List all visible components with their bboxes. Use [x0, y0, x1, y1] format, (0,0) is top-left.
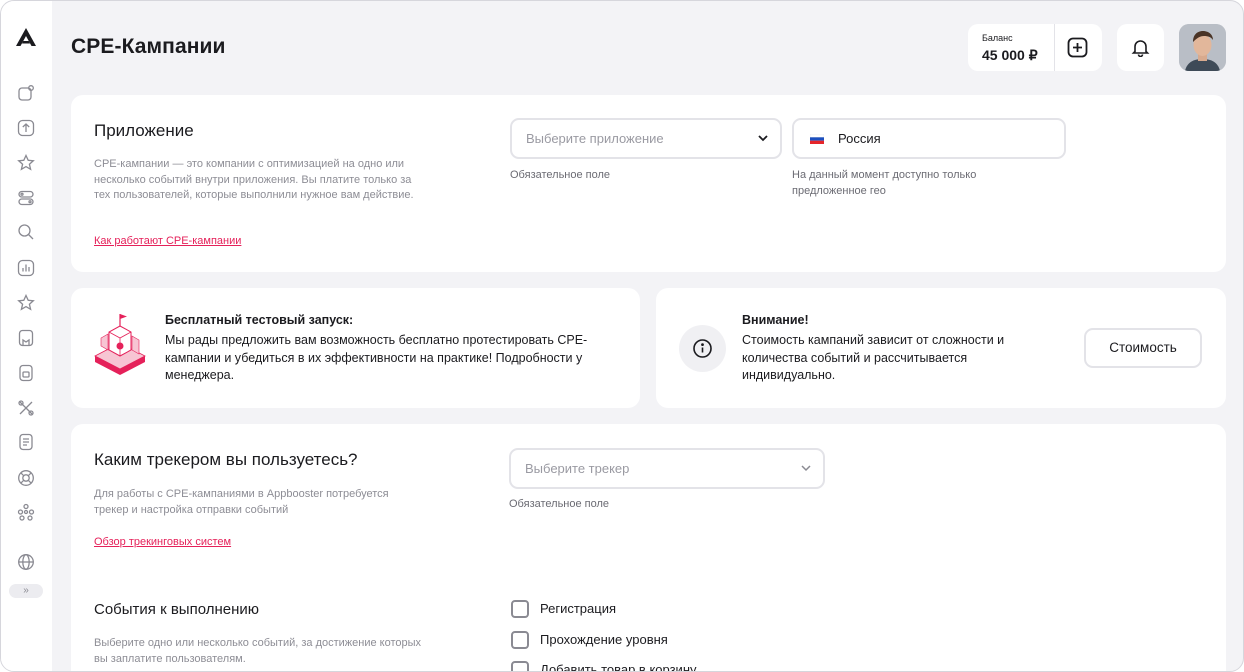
- page-title: CPE-Кампании: [71, 35, 226, 58]
- notifications-button[interactable]: [1117, 24, 1164, 71]
- notice-title: Внимание!: [742, 313, 809, 327]
- apps-icon[interactable]: [17, 84, 35, 102]
- events-section-title: События к выполнению: [94, 601, 259, 618]
- upload-icon[interactable]: [17, 119, 35, 137]
- tracker-select-placeholder: Выберите трекер: [525, 461, 630, 476]
- star-icon[interactable]: [17, 294, 35, 312]
- promo-illustration: [94, 314, 146, 375]
- balance-label: Баланс: [982, 33, 1013, 43]
- sidebar-expand-button[interactable]: »: [9, 584, 43, 598]
- toggle-icon[interactable]: [17, 189, 35, 207]
- events-section-description: Выберите одно или несколько событий, за …: [94, 637, 422, 665]
- how-cpe-works-link[interactable]: Как работают CPE-кампании: [94, 235, 241, 247]
- geo-value: Россия: [838, 131, 881, 146]
- geo-field: Россия: [792, 118, 1066, 159]
- chevron-down-icon: [758, 135, 768, 142]
- app-card: Приложение CPE-кампании — это компании с…: [71, 95, 1226, 272]
- russia-flag-icon: [810, 134, 824, 144]
- chevron-down-icon: [801, 465, 811, 472]
- chart-icon[interactable]: [17, 259, 35, 277]
- tools-icon[interactable]: [17, 399, 35, 417]
- checkbox[interactable]: [511, 661, 529, 671]
- tracker-select-hint: Обязательное поле: [509, 498, 610, 510]
- tracker-select[interactable]: Выберите трекер: [509, 448, 825, 489]
- info-icon: [679, 325, 726, 372]
- promo-card: Бесплатный тестовый запуск: Мы рады пред…: [71, 288, 640, 408]
- notice-text: Стоимость кампаний зависит от сложности …: [742, 333, 1005, 382]
- app-select-placeholder: Выберите приложение: [526, 131, 664, 146]
- balance-divider: [1054, 24, 1055, 71]
- user-avatar[interactable]: [1179, 24, 1226, 71]
- app-frame: » CPE-Кампании Баланс 45 000 ₽ Приложени…: [0, 0, 1244, 672]
- cost-button[interactable]: Стоимость: [1084, 328, 1202, 368]
- star-badge-icon[interactable]: [17, 154, 35, 172]
- app-select[interactable]: Выберите приложение: [510, 118, 782, 159]
- balance-widget: Баланс 45 000 ₽: [968, 24, 1102, 71]
- globe-icon[interactable]: [17, 553, 35, 571]
- checkbox[interactable]: [511, 631, 529, 649]
- add-balance-icon[interactable]: [1067, 37, 1088, 58]
- event-option-label: Регистрация: [540, 601, 616, 616]
- search-icon[interactable]: [17, 223, 35, 241]
- geo-hint: На данный момент доступно только предлож…: [792, 169, 977, 197]
- tracker-section-title: Каким трекером вы пользуетесь?: [94, 450, 358, 469]
- app-section-title: Приложение: [94, 121, 194, 140]
- tracking-systems-link[interactable]: Обзор трекинговых систем: [94, 536, 231, 548]
- tracker-section-description: Для работы с CPE-кампаниями в Appbooster…: [94, 488, 389, 516]
- balance-value: 45 000 ₽: [982, 47, 1038, 63]
- checkbox[interactable]: [511, 600, 529, 618]
- promo-text: Мы рады предложить вам возможность беспл…: [165, 333, 588, 382]
- support-icon[interactable]: [17, 469, 35, 487]
- promo-title: Бесплатный тестовый запуск:: [165, 313, 354, 327]
- app-section-description: CPE-кампании — это компании с оптимизаци…: [94, 158, 414, 201]
- app-select-hint: Обязательное поле: [510, 169, 611, 181]
- network-icon[interactable]: [17, 503, 35, 521]
- document-icon[interactable]: [17, 364, 35, 382]
- bookmark-icon[interactable]: [17, 329, 35, 347]
- appbooster-logo[interactable]: [15, 27, 37, 47]
- sidebar: »: [1, 1, 52, 671]
- event-option-label: Добавить товар в корзину: [540, 662, 697, 672]
- event-option-label: Прохождение уровня: [540, 632, 668, 647]
- bell-icon: [1131, 40, 1150, 57]
- report-icon[interactable]: [17, 433, 35, 451]
